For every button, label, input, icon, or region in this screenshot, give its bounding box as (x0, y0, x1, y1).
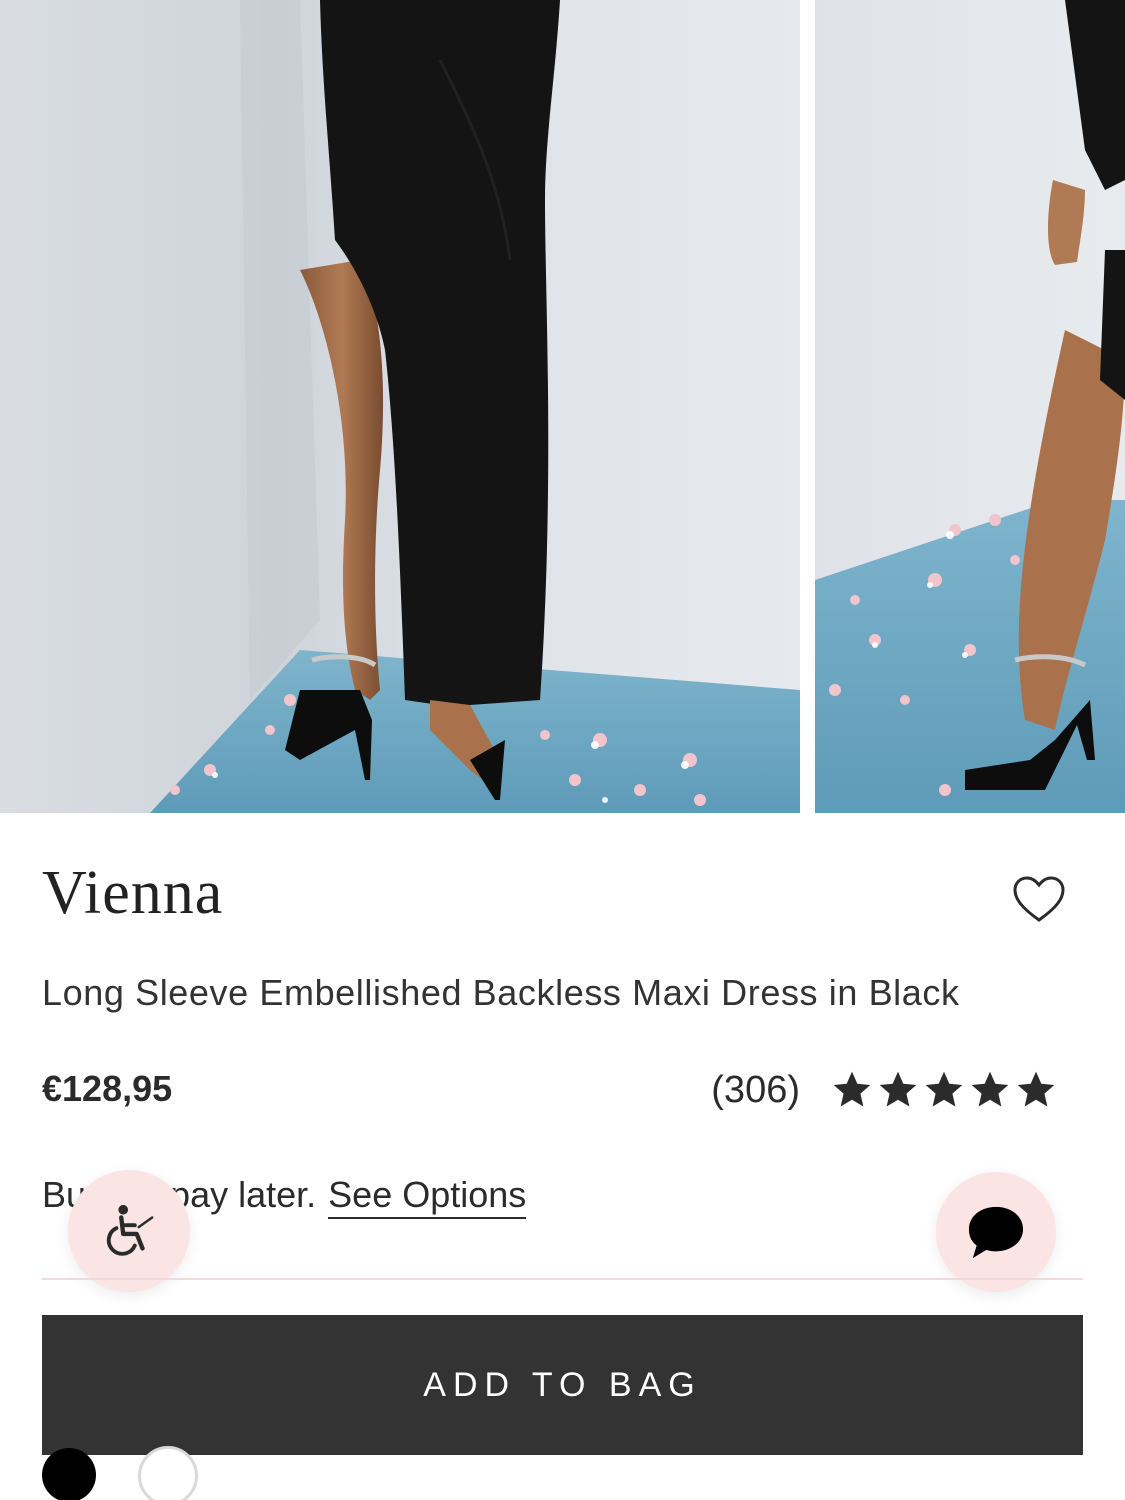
add-to-bag-button[interactable]: ADD TO BAG (42, 1315, 1083, 1455)
product-gallery[interactable] (0, 0, 1125, 813)
see-options-link[interactable]: See Options (328, 1174, 527, 1219)
wishlist-button[interactable] (1012, 875, 1066, 925)
heart-outline-icon (1013, 876, 1065, 922)
star-icon (922, 1068, 966, 1112)
star-icon (876, 1068, 920, 1112)
chat-bubble-icon (968, 1206, 1024, 1259)
product-title: Long Sleeve Embellished Backless Maxi Dr… (42, 972, 960, 1013)
product-image-secondary[interactable] (815, 0, 1125, 813)
star-icon (830, 1068, 874, 1112)
brand-name: Vienna (42, 859, 224, 927)
divider (42, 1278, 1083, 1280)
product-rating[interactable]: (306) (711, 1068, 1058, 1112)
star-icon (1014, 1068, 1058, 1112)
chat-button[interactable] (936, 1172, 1056, 1292)
wheelchair-icon (106, 1204, 154, 1256)
product-price: €128,95 (42, 1068, 173, 1109)
color-swatch-black[interactable] (42, 1448, 96, 1500)
color-swatch-white[interactable] (138, 1446, 198, 1500)
product-page: Vienna Long Sleeve Embellished Backless … (0, 0, 1125, 1500)
rating-stars (830, 1068, 1058, 1112)
accessibility-button[interactable] (68, 1170, 190, 1292)
review-count: (306) (711, 1068, 800, 1111)
star-icon (968, 1068, 1012, 1112)
product-image-main[interactable] (0, 0, 800, 813)
